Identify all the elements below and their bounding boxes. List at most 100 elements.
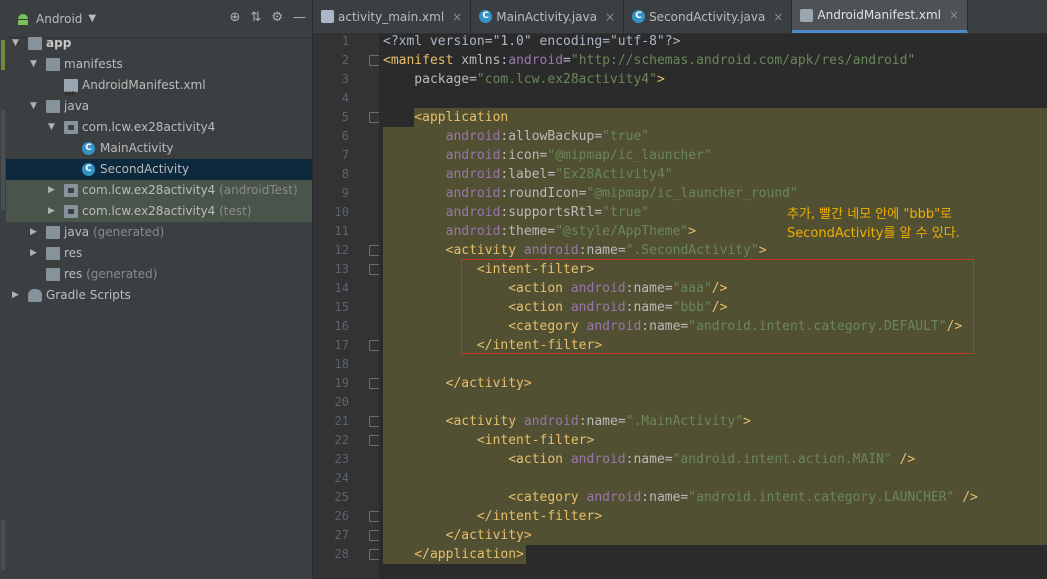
xml-file-icon	[321, 10, 334, 23]
hide-panel-icon[interactable]: —	[293, 10, 306, 25]
line-number: 9	[341, 186, 349, 200]
expand-down-icon[interactable]: ▼	[30, 54, 37, 75]
code-token: package	[383, 72, 470, 87]
chevron-down-icon[interactable]: ▼	[88, 13, 96, 24]
code-line[interactable]: </application>	[383, 545, 978, 564]
code-line[interactable]: android:roundIcon="@mipmap/ic_launcher_r…	[383, 184, 978, 203]
gear-icon[interactable]: ⚙	[271, 10, 283, 25]
code-token: android	[383, 224, 501, 239]
line-number: 28	[334, 547, 349, 561]
panel-tools: ⊕ ⇅ ⚙ —	[230, 10, 306, 25]
code-line[interactable]: <category android:name="android.intent.c…	[383, 488, 978, 507]
code-line[interactable]: package="com.lcw.ex28activity4">	[383, 70, 978, 89]
close-icon[interactable]: ×	[949, 8, 959, 22]
code-line[interactable]: </activity>	[383, 526, 978, 545]
code-line[interactable]: </intent-filter>	[383, 507, 978, 526]
tab-label: activity_main.xml	[338, 9, 445, 24]
expand-right-icon[interactable]: ▶	[12, 285, 19, 306]
code-token: :name=	[641, 490, 689, 505]
code-token: :theme=	[500, 224, 556, 239]
tree-item-label: res	[64, 243, 82, 264]
locate-icon[interactable]: ⊕	[230, 10, 241, 25]
red-annotation-box	[461, 259, 974, 354]
code-token: >	[758, 243, 767, 258]
tree-item[interactable]: ▶ java (generated)	[6, 222, 312, 243]
editor-tab[interactable]: C MainActivity.java ×	[471, 0, 625, 33]
code-line[interactable]: <action android:name="android.intent.act…	[383, 450, 978, 469]
line-number: 21	[334, 414, 349, 428]
code-line[interactable]: <activity android:name=".SecondActivity"…	[383, 241, 978, 260]
project-panel: Android ▼ ⊕ ⇅ ⚙ — ▼ app ▼ manifests AndroidM…	[6, 0, 313, 579]
line-number: 12	[334, 243, 349, 257]
tree-item[interactable]: ▶ res	[6, 243, 312, 264]
expand-down-icon[interactable]: ▼	[12, 33, 19, 54]
close-icon[interactable]: ×	[773, 10, 783, 24]
tree-item-label: manifests	[64, 54, 123, 75]
code-line[interactable]	[383, 469, 978, 488]
code-token: :name=	[625, 452, 673, 467]
code-line[interactable]: <activity android:name=".MainActivity">	[383, 412, 978, 431]
code-line[interactable]: <?xml version="1.0" encoding="utf-8"?>	[383, 32, 978, 51]
tree-item[interactable]: ▶ com.lcw.ex28activity4 (androidTest)	[6, 180, 312, 201]
code-line[interactable]	[383, 355, 978, 374]
package-icon	[64, 184, 78, 197]
expand-down-icon[interactable]: ▼	[48, 117, 55, 138]
tree-item-suffix: (test)	[215, 204, 252, 218]
tree-item-label: SecondActivity	[100, 159, 189, 180]
tool-window-marker[interactable]	[1, 110, 5, 210]
tree-item[interactable]: ▶ Gradle Scripts	[6, 285, 312, 306]
tree-item[interactable]: C SecondActivity	[6, 159, 312, 180]
tree-item[interactable]: ▶ com.lcw.ex28activity4 (test)	[6, 201, 312, 222]
tree-item[interactable]: ▼ java	[6, 96, 312, 117]
code-line[interactable]: </activity>	[383, 374, 978, 393]
expand-right-icon[interactable]: ▶	[30, 243, 37, 264]
editor-tab[interactable]: AndroidManifest.xml ×	[792, 0, 969, 33]
code-token: android	[508, 53, 564, 68]
editor-tab[interactable]: activity_main.xml ×	[313, 0, 472, 33]
tree-item-name: MainActivity	[100, 141, 174, 155]
code-line[interactable]: <manifest xmlns:android="http://schemas.…	[383, 51, 978, 70]
code-token: <manifest	[383, 53, 462, 68]
line-number: 25	[334, 490, 349, 504]
expand-down-icon[interactable]: ▼	[30, 96, 37, 117]
code-line[interactable]: android:allowBackup="true"	[383, 127, 978, 146]
code-token: "true"	[602, 205, 650, 220]
expand-right-icon[interactable]: ▶	[48, 201, 55, 222]
tree-item[interactable]: ▼ app	[6, 33, 312, 54]
manifest-file-icon	[800, 8, 814, 22]
line-number: 10	[334, 205, 349, 219]
annotation-line-2: SecondActivity를 알 수 있다.	[787, 226, 960, 241]
editor-tab[interactable]: C SecondActivity.java ×	[624, 0, 793, 33]
favorites-tool-marker[interactable]	[1, 520, 5, 570]
tree-item[interactable]: ▼ manifests	[6, 54, 312, 75]
close-icon[interactable]: ×	[452, 10, 462, 24]
close-icon[interactable]: ×	[605, 10, 615, 24]
code-line[interactable]: <intent-filter>	[383, 431, 978, 450]
tree-item-label: com.lcw.ex28activity4 (test)	[82, 201, 252, 222]
collapse-all-icon[interactable]: ⇅	[250, 10, 261, 25]
tree-item-name: java	[64, 225, 90, 239]
code-token: <?xml version="1.0" encoding="utf-8"?>	[383, 34, 681, 49]
code-line[interactable]: android:label="Ex28Activity4"	[383, 165, 978, 184]
tree-item-name: manifests	[64, 57, 123, 71]
folder-icon	[46, 100, 60, 113]
expand-right-icon[interactable]: ▶	[48, 180, 55, 201]
expand-right-icon[interactable]: ▶	[30, 222, 37, 243]
project-tool-marker[interactable]	[1, 40, 5, 70]
tree-item[interactable]: res (generated)	[6, 264, 312, 285]
code-line[interactable]	[383, 89, 978, 108]
code-line[interactable]: <application	[383, 108, 978, 127]
tree-item[interactable]: C MainActivity	[6, 138, 312, 159]
tree-item[interactable]: AndroidManifest.xml	[6, 75, 312, 105]
code-token: "@style/AppTheme"	[555, 224, 689, 239]
project-view-selector[interactable]: Android	[36, 12, 82, 26]
code-line[interactable]	[383, 393, 978, 412]
code-token: =	[469, 72, 477, 87]
tree-item[interactable]: ▼ com.lcw.ex28activity4	[6, 117, 312, 138]
code-token: "@mipmap/ic_launcher"	[547, 148, 712, 163]
tree-item-label: Gradle Scripts	[46, 285, 131, 306]
code-token: android	[383, 186, 501, 201]
tree-item-label: app	[46, 33, 71, 54]
code-line[interactable]: android:icon="@mipmap/ic_launcher"	[383, 146, 978, 165]
class-icon: C	[479, 10, 493, 23]
